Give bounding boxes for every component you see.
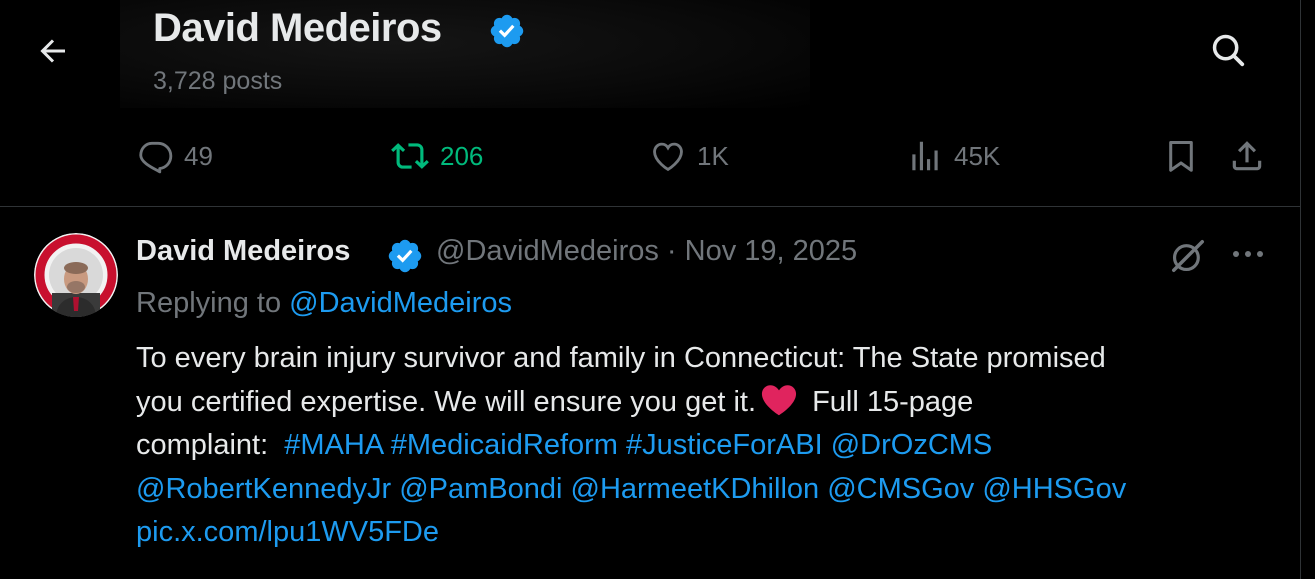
column-border bbox=[1300, 0, 1301, 579]
posts-count: 3,728 posts bbox=[153, 67, 283, 95]
mention-link[interactable]: @DrOzCMS bbox=[831, 429, 993, 461]
tweet-line-2: you certified expertise. We will ensure … bbox=[136, 381, 1286, 425]
mention-link[interactable]: @HHSGov bbox=[982, 473, 1126, 505]
verified-badge-icon bbox=[388, 239, 422, 273]
grok-button[interactable] bbox=[1166, 234, 1210, 278]
divider bbox=[0, 206, 1300, 207]
replying-prefix: Replying to bbox=[136, 287, 282, 319]
replying-to: Replying to @DavidMedeiros bbox=[136, 287, 512, 320]
share-button[interactable] bbox=[1228, 136, 1266, 176]
tweet-text-2b: Full 15-page bbox=[812, 385, 974, 418]
views-chart-icon bbox=[912, 141, 938, 171]
bookmark-button[interactable] bbox=[1162, 136, 1200, 176]
repost-action[interactable]: 206 bbox=[390, 136, 483, 176]
tweet-line-4: @RobertKennedyJr @PamBondi @HarmeetKDhil… bbox=[136, 468, 1286, 512]
like-action[interactable]: 1K bbox=[649, 136, 729, 176]
mention-link[interactable]: @HarmeetKDhillon bbox=[571, 473, 820, 505]
bookmark-icon bbox=[1169, 141, 1193, 172]
reply-action[interactable]: 49 bbox=[136, 136, 213, 176]
views-count: 45K bbox=[954, 140, 1001, 171]
tweet-text-2a: you certified expertise. We will ensure … bbox=[136, 385, 757, 418]
tweet-line-5: pic.x.com/lpu1WV5FDe bbox=[136, 511, 1286, 555]
handle-and-date[interactable]: @DavidMedeiros · Nov 19, 2025 bbox=[436, 235, 857, 268]
verified-badge-icon bbox=[490, 14, 524, 48]
replying-to-link[interactable]: @DavidMedeiros bbox=[289, 287, 512, 319]
hashtag-link[interactable]: #MAHA bbox=[284, 429, 382, 461]
tweet-text: To every brain injury survivor and famil… bbox=[136, 337, 1286, 555]
repost-icon bbox=[391, 143, 429, 169]
mention-link[interactable]: @PamBondi bbox=[399, 473, 562, 505]
repost-count: 206 bbox=[440, 140, 484, 171]
mention-link[interactable]: @CMSGov bbox=[827, 473, 974, 505]
tweet-text-1: To every brain injury survivor and famil… bbox=[136, 342, 1106, 374]
red-heart-emoji-icon bbox=[761, 384, 797, 415]
mention-link[interactable]: @RobertKennedyJr bbox=[136, 473, 391, 505]
reply-icon bbox=[139, 141, 173, 174]
tweet-line-1: To every brain injury survivor and famil… bbox=[136, 337, 1286, 381]
search-icon bbox=[1212, 34, 1245, 67]
avatar-logo-image bbox=[34, 233, 118, 317]
share-icon bbox=[1232, 141, 1262, 171]
tweet-text-3a: complaint: bbox=[136, 429, 269, 461]
tweet-line-3: complaint: #MAHA #MedicaidReform #Justic… bbox=[136, 424, 1286, 468]
avatar[interactable] bbox=[34, 233, 118, 317]
hashtag-link[interactable]: #MedicaidReform bbox=[391, 429, 618, 461]
media-link[interactable]: pic.x.com/lpu1WV5FDe bbox=[136, 516, 439, 548]
author-name[interactable]: David Medeiros bbox=[136, 235, 350, 268]
like-count: 1K bbox=[697, 140, 729, 171]
more-options-button[interactable] bbox=[1226, 236, 1270, 272]
search-button[interactable] bbox=[1204, 26, 1252, 74]
page-title: David Medeiros bbox=[153, 6, 442, 50]
reply-count: 49 bbox=[184, 140, 213, 171]
grok-icon bbox=[1172, 240, 1204, 272]
arrow-left-icon bbox=[40, 39, 65, 63]
more-dots-icon bbox=[1233, 251, 1263, 257]
heart-icon bbox=[653, 142, 683, 172]
views-action[interactable]: 45K bbox=[906, 136, 1000, 176]
hashtag-link[interactable]: #JusticeForABI bbox=[626, 429, 823, 461]
back-button[interactable] bbox=[28, 28, 78, 74]
